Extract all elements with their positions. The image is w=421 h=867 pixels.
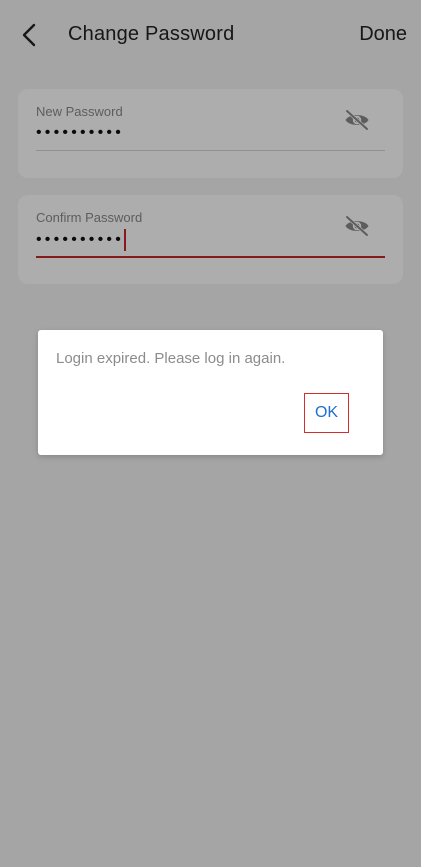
ok-button[interactable]: OK: [304, 393, 349, 433]
dialog-message: Login expired. Please log in again.: [56, 350, 286, 367]
login-expired-dialog: Login expired. Please log in again. OK: [38, 330, 383, 455]
